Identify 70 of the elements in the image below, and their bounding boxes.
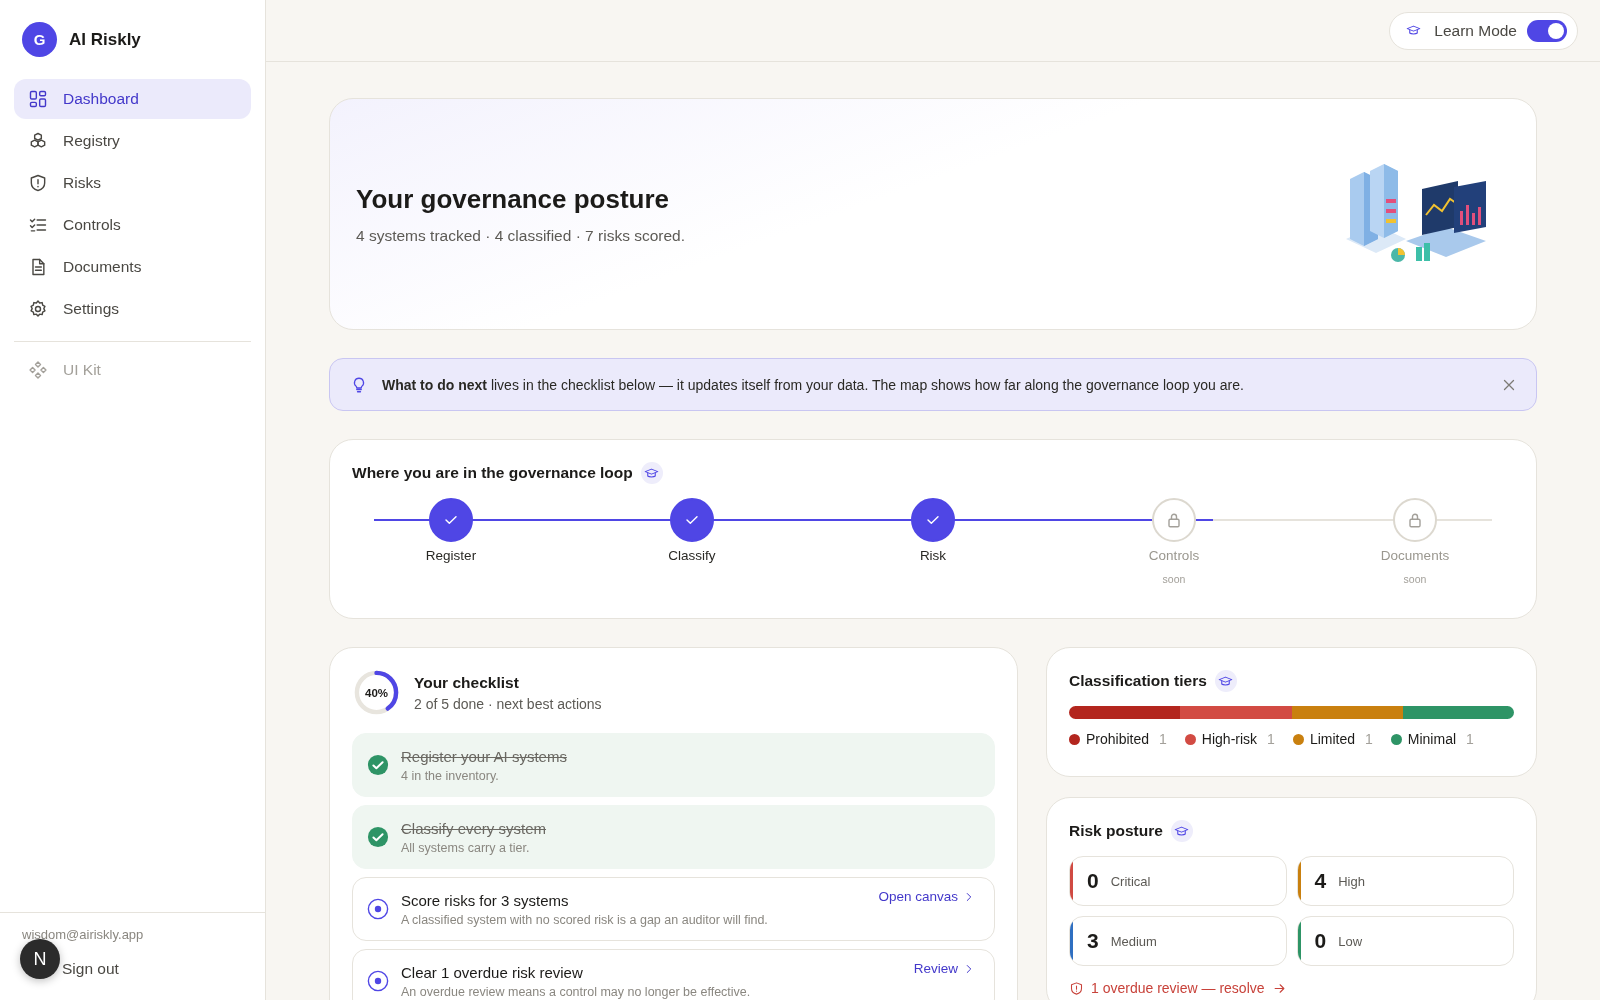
nav-item[interactable]: Documents (14, 247, 251, 287)
card-title: Classification tiers (1069, 672, 1207, 690)
task-title: Score risks for 3 systems (401, 891, 570, 909)
nav-item[interactable]: Dashboard (14, 79, 251, 119)
step-note: soon (1162, 573, 1186, 585)
stat-label: High (1338, 873, 1365, 889)
card-title: Risk posture (1069, 822, 1163, 840)
legend-count: 1 (1267, 731, 1275, 747)
stat-value: 3 (1087, 929, 1099, 953)
hero-title: Your governance posture (356, 183, 671, 215)
grid-icon (28, 89, 48, 109)
account-email: wisdom@airiskly.app (22, 927, 145, 942)
step-label: Classify (668, 548, 716, 563)
task-detail: 4 in the inventory. (401, 768, 500, 783)
card-title: Where you are in the governance loop (352, 464, 633, 482)
stat-value: 0 (1087, 869, 1099, 893)
nav-item[interactable]: Risks (14, 163, 251, 203)
dev-badge[interactable]: N (20, 939, 60, 979)
stat-label: Critical (1110, 873, 1151, 889)
checklist-item[interactable]: Register your AI systems 4 in the inventory. (352, 733, 995, 797)
legend-label: Minimal (1407, 731, 1457, 747)
step-label: Risk (919, 548, 947, 563)
legend-count: 1 (1159, 731, 1167, 747)
graduation-cap-icon (640, 462, 663, 484)
checklist-item[interactable]: Classify every system All systems carry a tier. (352, 805, 995, 869)
hero-subtitle: 4 systems tracked · 4 classified · 7 risks scored. (356, 226, 686, 245)
checklist-item[interactable]: Score risks for 3 systems A classified system with no scored risk is a gap an auditor will find. Open canvas (352, 877, 995, 941)
graduation-cap-icon (1214, 670, 1237, 692)
step-label: Register (425, 548, 477, 563)
step-note: soon (1403, 573, 1427, 585)
brand-avatar: G (22, 22, 57, 57)
legend-label: High-risk (1201, 731, 1258, 747)
shield-icon (28, 173, 48, 193)
legend-count: 1 (1466, 731, 1474, 747)
learn-mode-toggle[interactable]: Learn Mode (1389, 11, 1578, 50)
stat-label: Medium (1110, 933, 1157, 949)
task-title: Clear 1 overdue risk review (401, 963, 584, 981)
action-link[interactable]: Open canvas (878, 889, 976, 904)
toggle-switch[interactable] (1527, 19, 1567, 42)
task-title: Classify every system (401, 819, 548, 837)
brand-name: AI Riskly (69, 29, 141, 50)
stat-value: 4 (1314, 869, 1327, 893)
step-label: Documents (1380, 548, 1450, 563)
legend-label: Prohibited (1086, 731, 1150, 747)
banner-text: What to do next lives in the checklist below — it updates itself from your data. The map shows how far along the governance loop you are. (382, 376, 1245, 393)
task-detail: All systems carry a tier. (401, 840, 531, 855)
stat-label: Low (1338, 933, 1363, 949)
stat-value: 0 (1314, 929, 1327, 953)
settings-icon (28, 299, 48, 319)
task-detail: An overdue review means a control may no longer be effective. (401, 984, 752, 999)
nav-item[interactable]: Registry (14, 121, 251, 161)
step-label: Controls (1148, 548, 1200, 563)
checklist-icon (28, 215, 48, 235)
action-link[interactable]: Review (913, 961, 976, 976)
card-subtitle: 2 of 5 done · next best actions (414, 695, 602, 712)
graduation-cap-icon (1170, 820, 1193, 842)
card-title: Your checklist (414, 673, 520, 692)
overdue-link[interactable]: 1 overdue review — resolve (1069, 980, 1514, 996)
task-detail: A classified system with no scored risk is a gap an auditor will find. (401, 912, 769, 927)
sign-out-link[interactable]: Sign out (62, 960, 119, 978)
nav-item[interactable]: Settings (14, 289, 251, 329)
diamonds-icon (28, 360, 48, 380)
task-title: Register your AI systems (401, 747, 568, 765)
checklist-item[interactable]: Clear 1 overdue risk review An overdue review means a control may no longer be effective. Review (352, 949, 995, 1000)
legend-count: 1 (1365, 731, 1373, 747)
cubes-icon (28, 131, 48, 151)
shield-icon (1069, 980, 1084, 996)
progress-percent: 40% (364, 685, 389, 701)
nav-item[interactable]: Controls (14, 205, 251, 245)
legend-label: Limited (1309, 731, 1355, 747)
